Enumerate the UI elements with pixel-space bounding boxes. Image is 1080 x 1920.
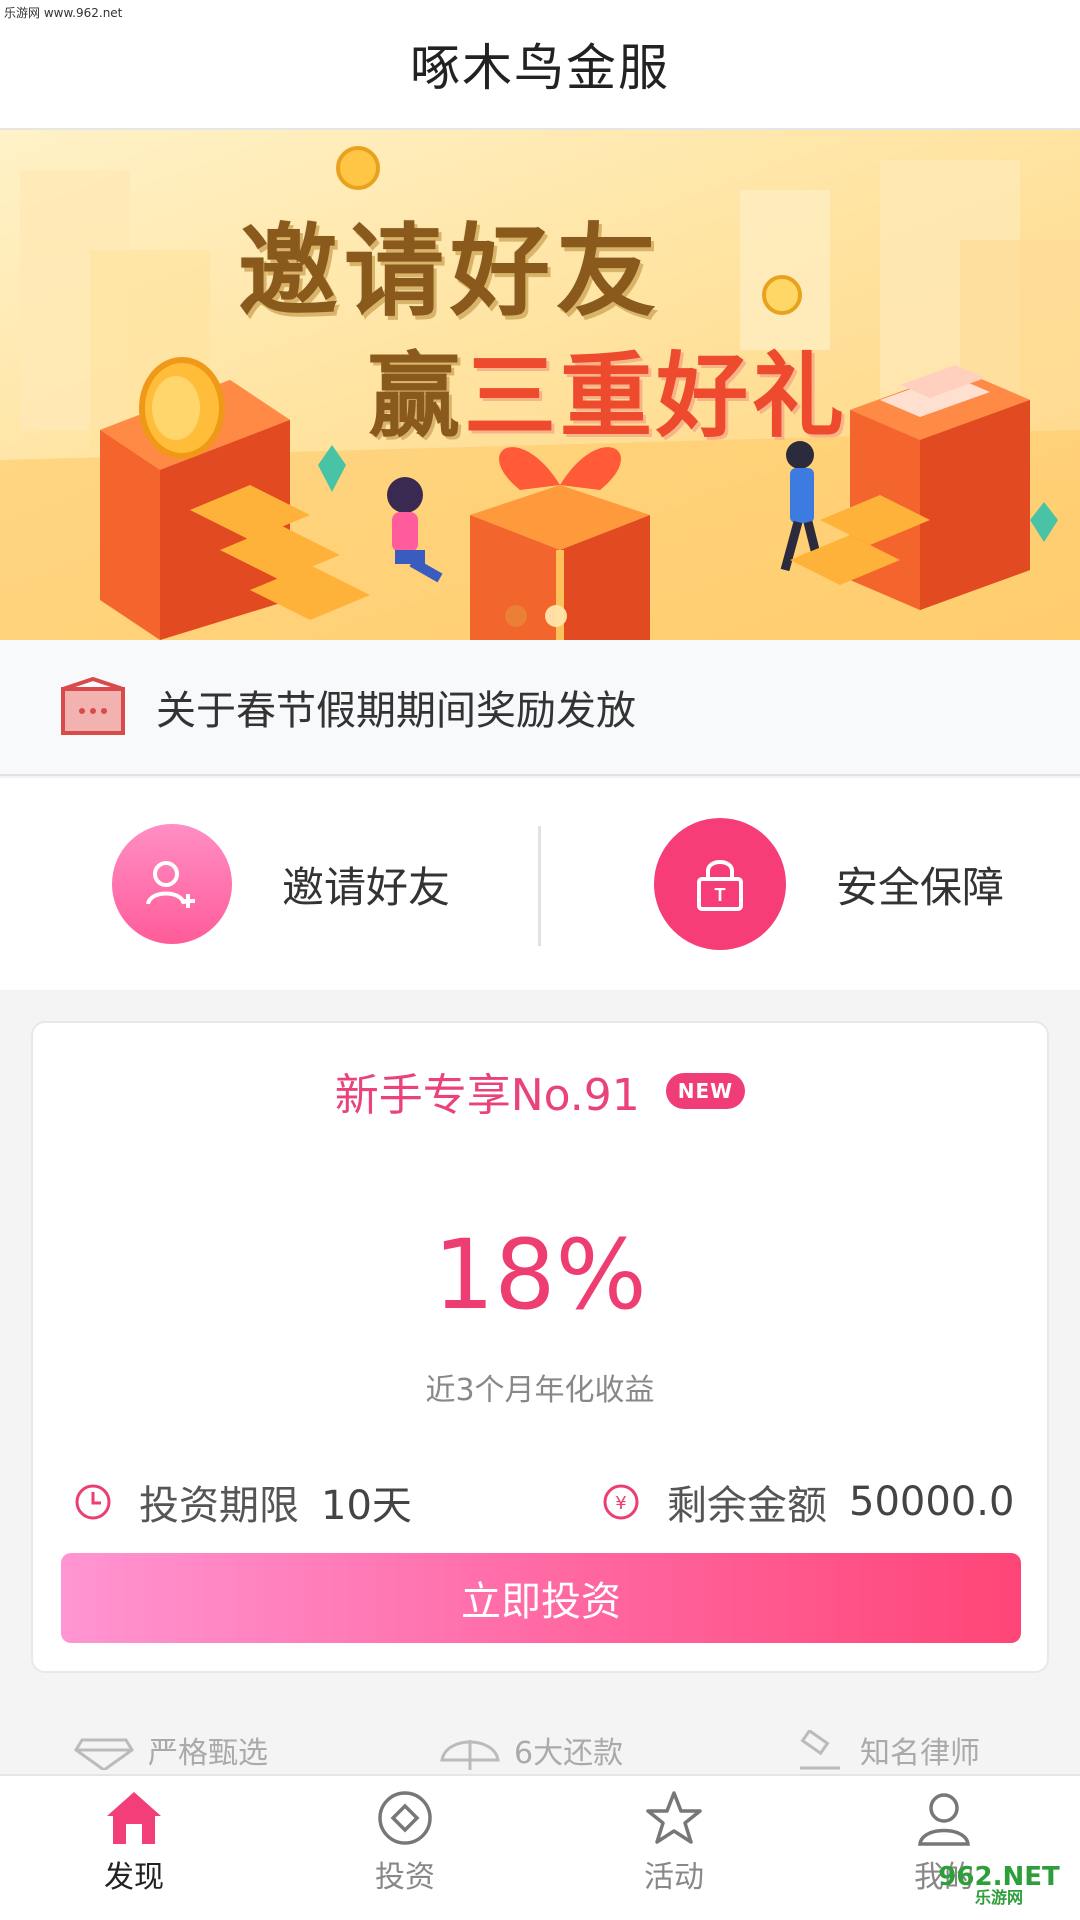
banner-headline: 邀请好友 <box>238 212 662 330</box>
svg-text:¥: ¥ <box>615 1493 626 1514</box>
security-label: 安全保障 <box>836 862 1005 912</box>
banner-subheadline: 赢三重好礼 <box>368 322 848 455</box>
product-title: 新手专享No.91 <box>334 1070 640 1121</box>
pagination-dot-active[interactable] <box>545 605 567 627</box>
feature-lawyers: 知名律师 <box>796 1728 980 1772</box>
quick-entries: 邀请好友 T 安全保障 <box>0 778 1080 990</box>
watermark-sub: 乐游网 <box>974 1888 1023 1907</box>
invest-now-button[interactable]: 立即投资 <box>61 1553 1021 1643</box>
watermark-top: 乐游网 www.962.net <box>4 6 123 20</box>
features-row: 严格甄选 6大还款 知名律师 <box>0 1728 1080 1778</box>
tab-activity[interactable]: 活动 <box>604 1790 744 1920</box>
clock-icon <box>75 1484 111 1520</box>
message-icon <box>61 677 125 735</box>
umbrella-icon <box>440 1740 500 1770</box>
page-title: 啄木鸟金服 <box>410 39 670 97</box>
invite-friends-label: 邀请好友 <box>282 862 451 912</box>
tab-discover[interactable]: 发现 <box>64 1790 204 1920</box>
remaining-info: ¥ 剩余金额 50000.0 <box>601 1473 1014 1531</box>
security-circle: T <box>654 818 786 950</box>
watermark-logo: 962.NET 乐游网 <box>924 1864 1074 1914</box>
home-icon <box>107 1792 161 1844</box>
invite-friends-entry[interactable]: 邀请好友 <box>112 778 450 990</box>
remaining-value: 50000.0 <box>849 1479 1015 1525</box>
tab-label: 活动 <box>644 1860 704 1895</box>
security-entry[interactable]: T 安全保障 <box>654 778 1004 990</box>
yen-icon: ¥ <box>603 1484 639 1520</box>
annual-rate: 18% <box>433 1219 647 1331</box>
tab-invest[interactable]: 投资 <box>335 1790 475 1920</box>
divider <box>538 826 541 946</box>
feature-label: 严格甄选 <box>148 1736 268 1771</box>
annual-rate-label: 近3个月年化收益 <box>425 1373 655 1408</box>
new-badge: NEW <box>665 1073 746 1109</box>
svg-text:T: T <box>715 885 726 905</box>
feature-label: 6大还款 <box>514 1736 624 1771</box>
banner-subheadline-highlight: 三重好礼 <box>464 342 849 450</box>
pagination-dot[interactable] <box>505 605 527 627</box>
feature-label: 知名律师 <box>860 1736 980 1771</box>
invest-icon <box>378 1791 432 1845</box>
banner-subheadline-prefix: 赢 <box>368 342 465 450</box>
diamond-icon <box>74 1738 134 1770</box>
notice-text: 关于春节假期期间奖励发放 <box>156 688 636 734</box>
app-header: 啄木鸟金服 <box>0 0 1080 130</box>
remaining-label: 剩余金额 <box>667 1483 827 1529</box>
tab-label: 发现 <box>104 1860 164 1895</box>
watermark-main: 962.NET <box>938 1862 1060 1892</box>
promo-banner[interactable]: 邀请好友 赢三重好礼 <box>0 130 1080 640</box>
term-value: 10天 <box>321 1483 412 1529</box>
tab-label: 投资 <box>375 1860 435 1895</box>
invite-friends-circle <box>112 824 232 944</box>
term-label: 投资期限 <box>139 1483 299 1529</box>
feature-strict-selection: 严格甄选 <box>74 1728 268 1772</box>
user-icon <box>918 1793 970 1846</box>
product-title-row: 新手专享No.91 NEW <box>33 1059 1047 1123</box>
term-info: 投资期限 10天 <box>73 1473 412 1531</box>
bottom-tab-bar: 发现 投资 活动 我的 962.NET 乐游网 <box>0 1774 1080 1920</box>
feature-repayment: 6大还款 <box>440 1728 623 1772</box>
notice-bar[interactable]: 关于春节假期期间奖励发放 <box>0 640 1080 776</box>
product-card[interactable]: 新手专享No.91 NEW 18% 近3个月年化收益 投资期限 10天 ¥ 剩余… <box>31 1021 1049 1673</box>
banner-pagination <box>505 605 567 627</box>
add-user-icon <box>146 861 195 908</box>
gavel-icon <box>800 1730 840 1770</box>
star-icon <box>646 1791 702 1844</box>
lock-icon: T <box>697 860 743 911</box>
